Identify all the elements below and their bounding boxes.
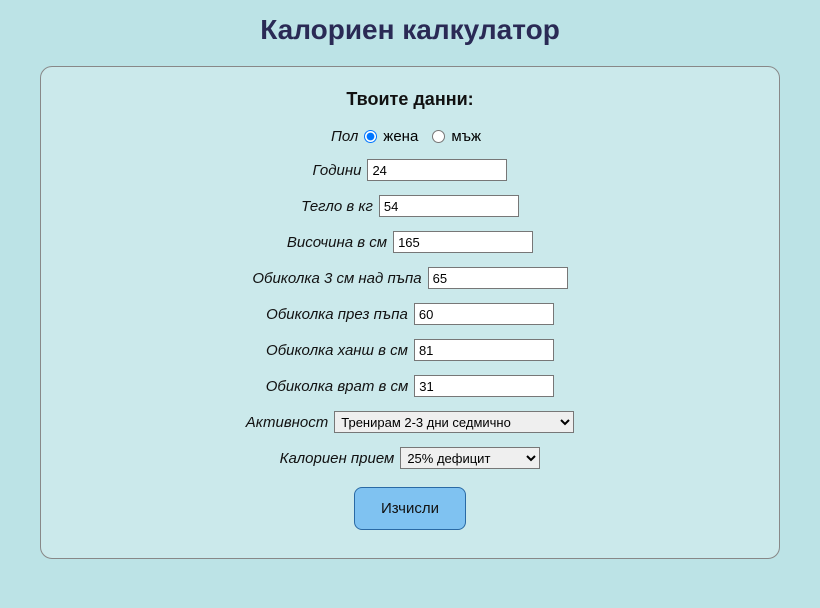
calculator-form-panel: Твоите данни: Пол жена мъж Години Тегло …	[40, 66, 780, 559]
weight-label: Тегло в кг	[301, 198, 379, 215]
calculate-button[interactable]: Изчисли	[354, 487, 466, 530]
circ-neck-row: Обиколка врат в см	[71, 375, 749, 397]
circ-neck-label: Обиколка врат в см	[266, 378, 415, 395]
circ-neck-input[interactable]	[414, 375, 554, 397]
circ-above-navel-input[interactable]	[428, 267, 568, 289]
circ-hip-input[interactable]	[414, 339, 554, 361]
intake-row: Калориен прием 25% дефицит	[71, 447, 749, 469]
weight-row: Тегло в кг	[71, 195, 749, 217]
gender-label: Пол	[331, 128, 364, 145]
height-row: Височина в см	[71, 231, 749, 253]
weight-input[interactable]	[379, 195, 519, 217]
activity-label: Активност	[246, 414, 335, 431]
age-input[interactable]	[367, 159, 507, 181]
circ-at-navel-label: Обиколка през пъпа	[266, 306, 414, 323]
circ-hip-label: Обиколка ханш в см	[266, 342, 414, 359]
gender-female-label: жена	[383, 128, 418, 145]
circ-at-navel-row: Обиколка през пъпа	[71, 303, 749, 325]
gender-radio-female[interactable]	[364, 130, 377, 143]
activity-row: Активност Тренирам 2-3 дни седмично	[71, 411, 749, 433]
circ-at-navel-input[interactable]	[414, 303, 554, 325]
intake-select[interactable]: 25% дефицит	[400, 447, 540, 469]
intake-label: Калориен прием	[280, 450, 401, 467]
activity-select[interactable]: Тренирам 2-3 дни седмично	[334, 411, 574, 433]
height-label: Височина в см	[287, 234, 393, 251]
gender-radio-male[interactable]	[432, 130, 445, 143]
gender-male-label: мъж	[451, 128, 481, 145]
height-input[interactable]	[393, 231, 533, 253]
age-row: Години	[71, 159, 749, 181]
gender-row: Пол жена мъж	[71, 128, 749, 145]
age-label: Години	[313, 162, 368, 179]
form-heading: Твоите данни:	[71, 89, 749, 110]
circ-hip-row: Обиколка ханш в см	[71, 339, 749, 361]
page-title: Калориен калкулатор	[0, 14, 820, 46]
circ-above-navel-label: Обиколка 3 см над пъпа	[252, 270, 427, 287]
circ-above-navel-row: Обиколка 3 см над пъпа	[71, 267, 749, 289]
submit-row: Изчисли	[71, 487, 749, 530]
